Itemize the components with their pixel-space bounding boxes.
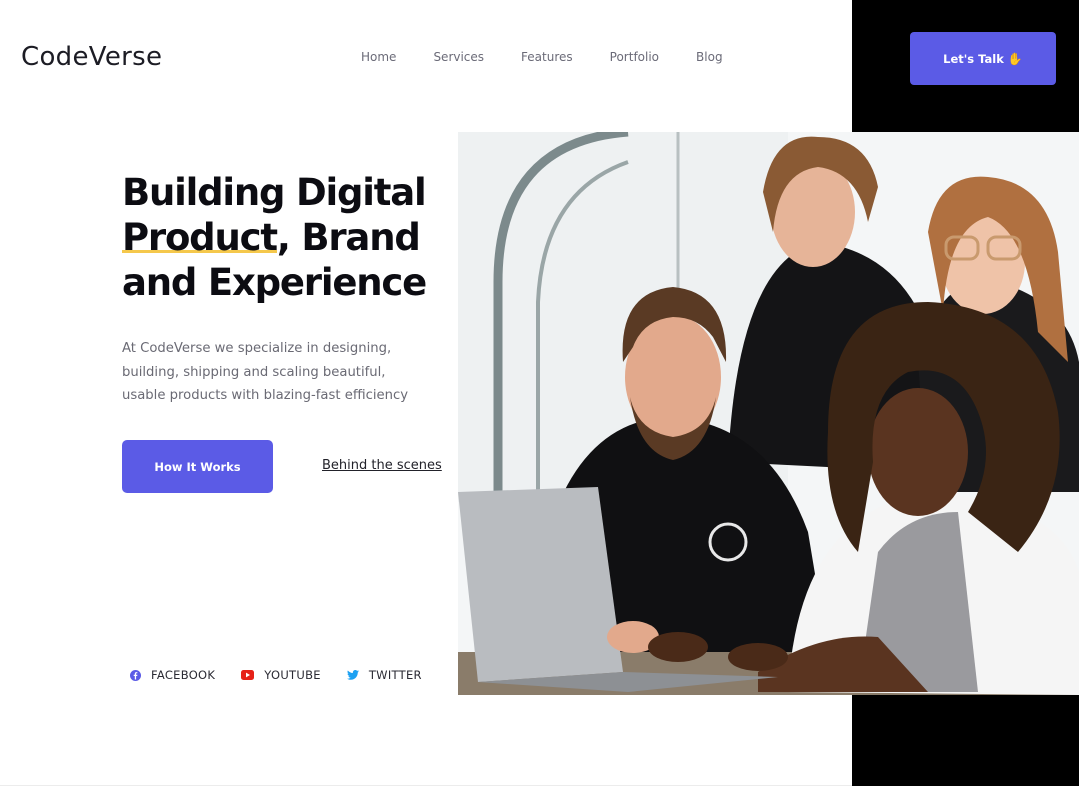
hero-title-line-2: Product, Brand — [122, 215, 426, 260]
nav-item-portfolio[interactable]: Portfolio — [610, 50, 659, 64]
main-nav: Home Services Features Portfolio Blog — [361, 50, 760, 64]
hero-title-line-2-rest: , Brand — [276, 216, 421, 259]
hero-title: Building Digital Product, Brand and Expe… — [122, 170, 427, 305]
social-facebook-label: FACEBOOK — [151, 668, 216, 682]
team-photo-illustration — [458, 132, 1079, 695]
behind-the-scenes-link[interactable]: Behind the scenes — [322, 458, 442, 473]
social-links: FACEBOOK YOUTUBE TWITTER — [130, 668, 448, 682]
hero-title-highlight: Product — [122, 216, 278, 259]
nav-item-features[interactable]: Features — [521, 50, 573, 64]
social-youtube[interactable]: YOUTUBE — [241, 668, 321, 682]
lets-talk-label: Let's Talk — [943, 51, 1004, 66]
hero-description: At CodeVerse we specialize in designing,… — [122, 341, 409, 403]
social-facebook[interactable]: FACEBOOK — [130, 668, 215, 682]
nav-item-home[interactable]: Home — [361, 50, 396, 64]
how-it-works-button[interactable]: How It Works — [122, 440, 273, 493]
brand-logo[interactable]: CodeVerse — [21, 42, 162, 72]
lets-talk-button[interactable]: Let's Talk ✋ — [910, 32, 1056, 85]
facebook-icon — [130, 669, 141, 681]
social-youtube-label: YOUTUBE — [264, 668, 321, 682]
twitter-icon — [346, 670, 359, 680]
team-photo — [458, 132, 1079, 695]
social-twitter-label: TWITTER — [368, 668, 422, 682]
social-twitter[interactable]: TWITTER — [346, 668, 422, 682]
nav-item-blog[interactable]: Blog — [696, 50, 723, 64]
youtube-icon — [241, 670, 255, 680]
hero-title-line-1: Building Digital — [122, 171, 427, 214]
nav-item-services[interactable]: Services — [433, 50, 484, 64]
waving-hand-icon: ✋ — [1007, 51, 1023, 66]
hero-title-line-3: and Experience — [122, 261, 427, 304]
